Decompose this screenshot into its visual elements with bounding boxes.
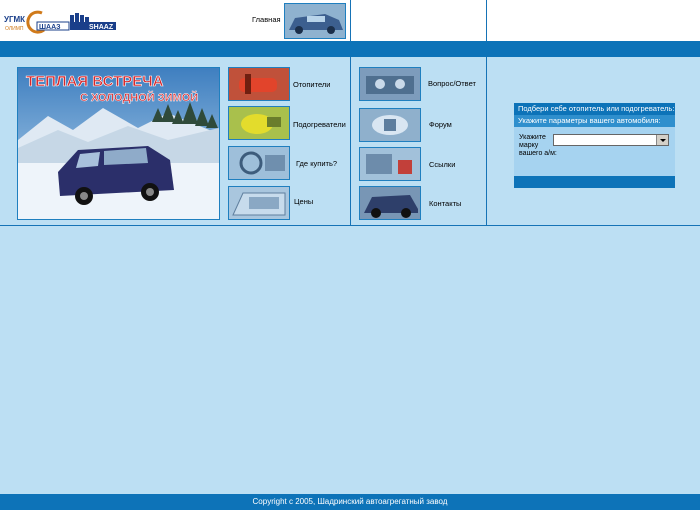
banner-headline-1: ТЕПЛАЯ ВСТРЕЧА [26,73,164,90]
nav-item-links[interactable]: Ссылки [429,160,455,169]
contacts-thumbnail[interactable] [359,186,421,220]
nav-home-link[interactable]: Главная [252,15,281,24]
panel-body: Укажите марку вашего а/м: [514,127,675,176]
main-horizontal-divider [0,225,700,226]
banner-headline-2: С ХОЛОДНОЙ ЗИМОЙ [80,91,198,104]
main-divider-1 [350,57,351,225]
prices-thumbnail[interactable] [228,186,290,220]
nav-item-faq[interactable]: Вопрос/Ответ [428,79,476,88]
promo-banner: ТЕПЛАЯ ВСТРЕЧА С ХОЛОДНОЙ ЗИМОЙ [17,67,220,220]
logo-shaaz-latin-text: SHAAZ [89,24,114,31]
site-logo[interactable]: УГМК ОЛИМП ШААЗ SHAAZ [4,9,116,35]
nav-item-preheaters[interactable]: Подогреватели [293,120,346,129]
main-divider-2 [486,57,487,225]
car-brand-select[interactable] [553,134,669,146]
logo-ugmk-text: УГМК [4,15,25,24]
where-to-buy-thumbnail[interactable] [228,146,290,180]
header-divider-1 [350,0,351,41]
logo-olimp-text: ОЛИМП [5,26,24,32]
logo-shaaz-text: ШААЗ [39,24,61,31]
faq-thumbnail[interactable] [359,67,421,101]
bottom-strip [0,510,700,524]
panel-subtitle: Укажите параметры вашего автомобиля: [514,115,675,127]
nav-item-where-to-buy[interactable]: Где купить? [296,159,337,168]
panel-title: Подбери себе отопитель или подогреватель… [514,103,675,115]
heater-picker-panel: Подбери себе отопитель или подогреватель… [514,103,675,188]
nav-item-contacts[interactable]: Контакты [429,199,461,208]
home-car-thumbnail[interactable] [284,3,346,39]
preheater-thumbnail[interactable] [228,106,290,140]
links-thumbnail[interactable] [359,147,421,181]
nav-item-prices[interactable]: Цены [294,197,313,206]
top-bar [0,41,700,57]
panel-bottom-bar [514,176,675,188]
footer-copyright: Copyright с 2005, Шадринский автоагрегат… [252,497,448,506]
chevron-down-icon[interactable] [656,135,668,145]
nav-item-heaters[interactable]: Отопители [293,80,330,89]
footer: Copyright с 2005, Шадринский автоагрегат… [0,494,700,510]
header: УГМК ОЛИМП ШААЗ SHAAZ Главная [0,0,700,41]
header-divider-2 [486,0,487,41]
heater-thumbnail[interactable] [228,67,290,101]
forum-thumbnail[interactable] [359,108,421,142]
nav-item-forum[interactable]: Форум [429,120,452,129]
